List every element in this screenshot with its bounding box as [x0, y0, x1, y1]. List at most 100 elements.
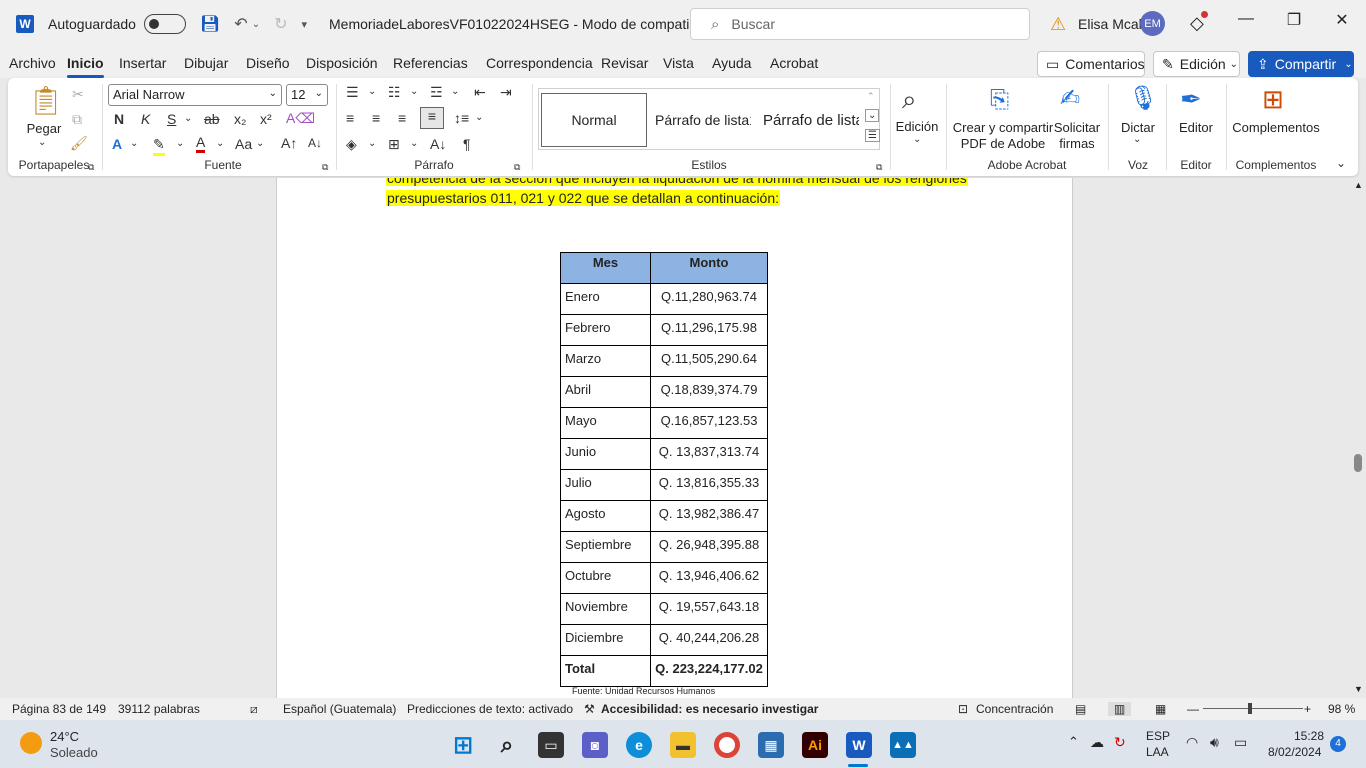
customize-qat-icon[interactable]: ▾: [301, 18, 307, 31]
wifi-icon[interactable]: ◠: [1186, 734, 1198, 751]
editing-dropdown-icon[interactable]: ⌄: [913, 134, 921, 145]
read-mode-icon[interactable]: ▤: [1075, 702, 1086, 716]
align-right-icon[interactable]: ≡: [398, 110, 406, 126]
text-effects-dropdown-icon[interactable]: ⌄: [130, 138, 138, 149]
scroll-thumb[interactable]: [1354, 454, 1362, 472]
app-icon[interactable]: ▲▲: [890, 732, 916, 758]
increase-indent-icon[interactable]: ⇥: [500, 84, 512, 101]
shading-icon[interactable]: ◈: [346, 136, 357, 153]
sun-icon[interactable]: [20, 732, 42, 754]
document-title[interactable]: MemoriadeLaboresVF01022024HSEG - Modo de…: [329, 16, 709, 32]
redo-icon[interactable]: ↻: [274, 14, 287, 34]
volume-icon[interactable]: 🔊︎: [1210, 734, 1219, 751]
font-launcher-icon[interactable]: ⧉: [322, 162, 328, 173]
battery-icon[interactable]: ▭: [1234, 734, 1247, 751]
editing-button[interactable]: Edición: [892, 119, 942, 135]
tab-insertar[interactable]: Insertar: [119, 55, 166, 71]
web-layout-icon[interactable]: ▦: [1155, 702, 1166, 716]
tab-referencias[interactable]: Referencias: [393, 55, 468, 71]
tab-inicio[interactable]: Inicio: [67, 55, 104, 78]
language-status[interactable]: Español (Guatemala): [283, 702, 396, 716]
shading-dropdown-icon[interactable]: ⌄: [368, 138, 376, 149]
font-size-select[interactable]: 12 ⌄: [286, 84, 328, 106]
user-name[interactable]: Elisa Mcal: [1078, 16, 1142, 32]
autosave-toggle[interactable]: [143, 14, 186, 34]
save-icon[interactable]: 💾︎: [200, 14, 220, 34]
highlight-icon[interactable]: ✎: [153, 136, 165, 156]
subscript-icon[interactable]: x₂: [234, 111, 246, 127]
word-count[interactable]: 39112 palabras: [118, 702, 200, 716]
tab-diseno[interactable]: Diseño: [246, 55, 290, 71]
paragraph-launcher-icon[interactable]: ⧉: [514, 162, 520, 173]
change-case-icon[interactable]: Aa: [235, 136, 252, 152]
shrink-font-icon[interactable]: A↓: [308, 136, 322, 150]
clock-date[interactable]: 8/02/2024: [1268, 745, 1321, 759]
avatar[interactable]: EM: [1140, 11, 1165, 36]
sort-icon[interactable]: A↓: [430, 136, 446, 152]
bullets-dropdown-icon[interactable]: ⌄: [368, 86, 376, 97]
align-left-icon[interactable]: ≡: [346, 110, 354, 126]
collapse-ribbon-icon[interactable]: ⌄: [1336, 156, 1346, 170]
search-taskbar-icon[interactable]: ⌕: [494, 732, 520, 758]
zoom-slider[interactable]: [1203, 708, 1303, 709]
editing-mode-button[interactable]: ✎ Edición ⌄: [1153, 51, 1240, 77]
zoom-level[interactable]: 98 %: [1328, 702, 1355, 716]
show-marks-icon[interactable]: ¶: [463, 136, 471, 152]
highlight-dropdown-icon[interactable]: ⌄: [176, 138, 184, 149]
font-family-select[interactable]: Arial Narrow ⌄: [108, 84, 282, 106]
decrease-indent-icon[interactable]: ⇤: [474, 84, 486, 101]
temperature[interactable]: 24°C: [50, 729, 79, 744]
zoom-slider-thumb[interactable]: [1248, 703, 1252, 714]
underline-dropdown-icon[interactable]: ⌄: [184, 113, 192, 124]
tab-vista[interactable]: Vista: [663, 55, 694, 71]
styles-launcher-icon[interactable]: ⧉: [876, 162, 882, 173]
close-icon[interactable]: ✕: [1327, 10, 1357, 30]
numbering-icon[interactable]: ☷: [388, 84, 401, 101]
search-input[interactable]: ⌕ Buscar: [690, 8, 1030, 40]
share-button[interactable]: ⇪ Compartir ⌄: [1248, 51, 1354, 77]
show-hidden-icons-icon[interactable]: ⌃: [1068, 734, 1079, 750]
store-icon[interactable]: ▦: [758, 732, 784, 758]
justify-icon[interactable]: ≡: [420, 107, 444, 129]
font-color-icon[interactable]: A: [196, 134, 206, 153]
edge-icon[interactable]: e: [626, 732, 652, 758]
premium-diamond-icon[interactable]: ◇: [1190, 11, 1208, 34]
accessibility-status[interactable]: Accesibilidad: es necesario investigar: [601, 702, 818, 716]
text-effects-icon[interactable]: A: [112, 136, 122, 152]
zoom-in-icon[interactable]: +: [1304, 702, 1311, 716]
tab-correspondencia[interactable]: Correspondencia: [486, 55, 593, 71]
italic-button[interactable]: K: [141, 111, 150, 127]
tab-ayuda[interactable]: Ayuda: [712, 55, 751, 71]
align-center-icon[interactable]: ≡: [372, 110, 380, 126]
borders-icon[interactable]: ⊞: [388, 136, 400, 153]
line-spacing-icon[interactable]: ↕≡: [454, 110, 469, 126]
font-color-dropdown-icon[interactable]: ⌄: [216, 138, 224, 149]
chrome-icon[interactable]: [714, 732, 740, 758]
page[interactable]: competencia de la sección que incluyen l…: [276, 178, 1073, 698]
multilevel-list-icon[interactable]: ☲: [430, 84, 443, 101]
input-language[interactable]: ESP: [1146, 729, 1170, 743]
cloud-icon[interactable]: ☁: [1090, 734, 1104, 751]
restore-icon[interactable]: ❐: [1279, 10, 1309, 30]
clear-formatting-icon[interactable]: A⌫: [286, 110, 315, 127]
text-predictions-status[interactable]: Predicciones de texto: activado: [407, 702, 573, 716]
strikethrough-icon[interactable]: ab: [204, 111, 220, 127]
zoom-out-icon[interactable]: —: [1187, 702, 1199, 716]
file-explorer-icon[interactable]: ▬: [670, 732, 696, 758]
undo-dropdown-icon[interactable]: ⌄: [252, 19, 260, 30]
warning-icon[interactable]: ⚠: [1050, 14, 1066, 35]
proofing-icon[interactable]: ⧄: [250, 702, 258, 717]
tab-revisar[interactable]: Revisar: [601, 55, 648, 71]
search-icon[interactable]: ⌕: [902, 84, 917, 116]
keyboard-layout[interactable]: LAA: [1146, 745, 1169, 759]
tab-dibujar[interactable]: Dibujar: [184, 55, 228, 71]
tab-archivo[interactable]: Archivo: [9, 55, 56, 71]
scroll-down-icon[interactable]: ▼: [1354, 684, 1363, 694]
tab-disposicion[interactable]: Disposición: [306, 55, 378, 71]
line-spacing-dropdown-icon[interactable]: ⌄: [475, 112, 483, 123]
illustrator-icon[interactable]: Ai: [802, 732, 828, 758]
notification-badge[interactable]: 4: [1330, 736, 1346, 752]
multilevel-dropdown-icon[interactable]: ⌄: [451, 86, 459, 97]
minimize-icon[interactable]: —: [1231, 10, 1261, 28]
change-case-dropdown-icon[interactable]: ⌄: [256, 138, 264, 149]
